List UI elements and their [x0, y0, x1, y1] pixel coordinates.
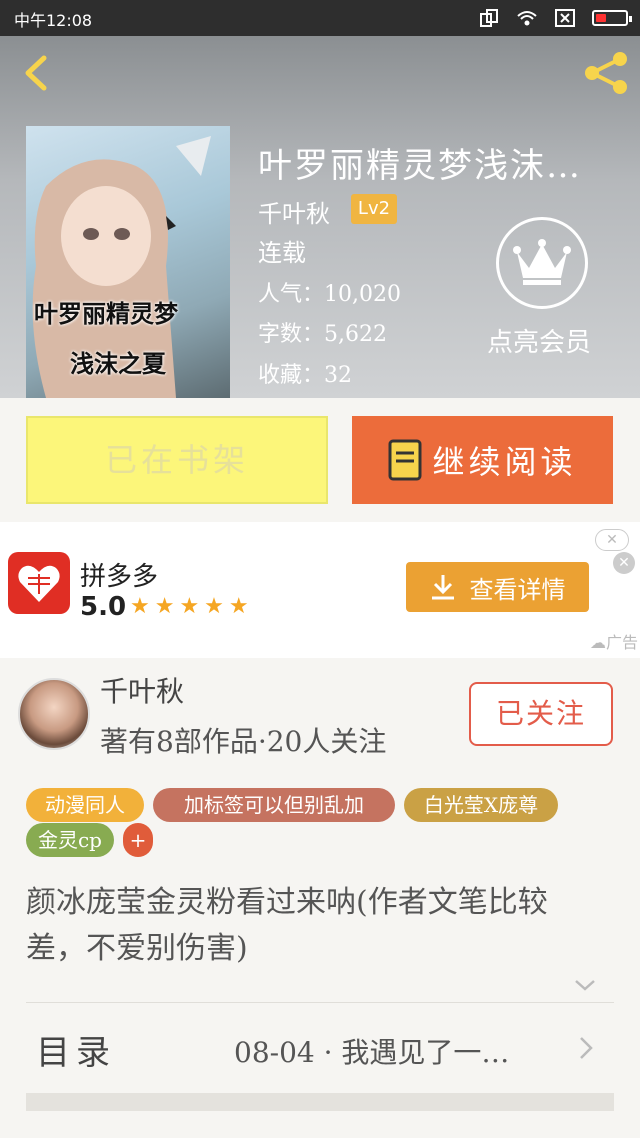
pinduoduo-logo-icon — [8, 552, 70, 614]
chevron-down-icon[interactable] — [572, 976, 598, 994]
no-sim-icon — [555, 9, 575, 27]
book-icon — [388, 439, 422, 481]
book-title: 叶罗丽精灵梦浅沫… — [258, 146, 582, 186]
vip-label[interactable]: 点亮会员 — [487, 322, 591, 359]
level-badge: Lv2 — [351, 194, 397, 224]
screen-rotate-icon — [480, 9, 498, 27]
continue-reading-button[interactable]: 继续阅读 — [352, 416, 613, 504]
close-ad-icon[interactable]: ✕ — [613, 552, 635, 574]
cover-title-line1: 叶罗丽精灵梦 — [34, 300, 178, 328]
share-icon[interactable] — [578, 48, 634, 98]
chevron-right-icon — [580, 1037, 593, 1059]
serial-status: 连载 — [258, 239, 306, 267]
word-count: 字数：5,622 — [258, 322, 387, 347]
battery-icon — [592, 10, 632, 26]
tag-chip[interactable]: 动漫同人 — [26, 788, 144, 822]
book-header: 叶罗丽精灵梦 浅沫之夏 叶罗丽精灵梦浅沫… 千叶秋 Lv2 连载 人气：10,0… — [0, 36, 640, 398]
status-icons — [478, 6, 632, 30]
next-section-peek — [26, 1124, 614, 1138]
author-stats: 著有8部作品·20人关注 — [100, 725, 387, 758]
popularity-count: 人气：10,020 — [258, 282, 401, 307]
star-rating-icon: ★★★★★ — [130, 594, 254, 619]
status-time: 中午12:08 — [14, 11, 93, 30]
ad-details-button[interactable]: 查看详情 — [406, 562, 589, 612]
cover-title-line2: 浅沫之夏 — [70, 350, 166, 378]
cloud-icon: ☁ — [590, 633, 606, 652]
ad-app-name: 拼多多 — [80, 562, 159, 592]
ad-banner[interactable]: 拼多多 5.0 ★★★★★ 查看详情 ✕ ✕ ☁广告 — [0, 522, 640, 658]
latest-chapter: 08-04 · 我遇见了一… — [234, 1036, 510, 1069]
ad-rating: 5.0 — [80, 592, 127, 622]
table-of-contents-row[interactable]: 目录 08-04 · 我遇见了一… — [26, 1003, 614, 1087]
tag-chip[interactable]: 白光莹X庞尊 — [404, 788, 558, 822]
tag-chip[interactable]: 加标签可以但别乱加 — [153, 788, 395, 822]
back-arrow-icon[interactable] — [14, 48, 60, 98]
book-description: 颜冰庞莹金灵粉看过来呐(作者文笔比较差，不爱别伤害) — [26, 885, 548, 966]
wifi-icon — [517, 11, 537, 26]
vip-button[interactable] — [496, 217, 588, 309]
follow-button[interactable]: 已关注 — [469, 682, 613, 746]
ad-label-text: 广告 — [606, 633, 639, 652]
continue-reading-label: 继续阅读 — [432, 443, 577, 481]
toc-label: 目录 — [36, 1033, 116, 1073]
crown-icon — [513, 239, 571, 285]
status-bar: 中午12:08 — [0, 0, 640, 36]
section-separator — [26, 1093, 614, 1111]
author-section: 千叶秋 著有8部作品·20人关注 已关注 动漫同人 加标签可以但别乱加 白光莹X… — [0, 658, 640, 1138]
author-card-name[interactable]: 千叶秋 — [100, 670, 184, 710]
close-icon[interactable]: ✕ — [595, 529, 629, 551]
favorites-count: 收藏：32 — [258, 363, 352, 388]
book-author[interactable]: 千叶秋 — [258, 194, 330, 229]
ad-details-label: 查看详情 — [469, 575, 566, 604]
tag-chip[interactable]: 金灵cp — [26, 823, 114, 857]
download-icon — [431, 575, 454, 600]
book-cover[interactable]: 叶罗丽精灵梦 浅沫之夏 — [26, 126, 230, 398]
on-shelf-button[interactable]: 已在书架 — [26, 416, 328, 504]
add-tag-button[interactable]: + — [123, 823, 153, 857]
avatar[interactable] — [18, 678, 90, 750]
ad-label: ☁广告 — [590, 629, 638, 653]
